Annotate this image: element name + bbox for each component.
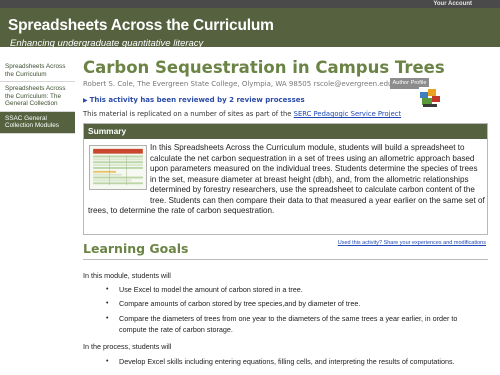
bullet-icon: •	[106, 315, 109, 322]
process-intro: In the process, students will	[83, 342, 172, 351]
bullet-icon: •	[106, 300, 109, 307]
page-title: Carbon Sequestration in Campus Trees	[83, 58, 445, 77]
summary-body: In this Spreadsheets Across the Curricul…	[88, 143, 486, 217]
goal-text: Compare amounts of carbon stored by tree…	[119, 299, 361, 308]
list-item: • Develop Excel skills including enterin…	[106, 357, 469, 368]
bullet-icon: •	[106, 358, 109, 365]
summary-heading: Summary	[84, 124, 487, 139]
top-bar: Your Account	[0, 0, 500, 8]
summary-box: Summary In this Spreadsheets Across the …	[83, 123, 488, 235]
serc-logo-icon[interactable]	[419, 87, 441, 108]
review-notice[interactable]: ▶ This activity has been reviewed by 2 re…	[83, 96, 305, 104]
your-account-link[interactable]: Your Account	[433, 0, 472, 8]
learning-goals-heading: Learning Goals	[83, 241, 189, 256]
replicated-notice: This material is replicated on a number …	[83, 110, 401, 118]
review-text[interactable]: This activity has been reviewed by 2 rev…	[90, 96, 305, 104]
share-experiences-link[interactable]: Used this activity? Share your experienc…	[338, 240, 486, 246]
site-banner: Spreadsheets Across the Curriculum Enhan…	[0, 8, 500, 49]
sidebar-item-general-collection[interactable]: Spreadsheets Across the Curriculum: The …	[0, 82, 75, 112]
serc-project-link[interactable]: SERC Pedagogic Service Project	[294, 110, 402, 118]
goal-text: Develop Excel skills including entering …	[119, 357, 455, 366]
thumbnail-spacer	[88, 143, 150, 200]
sidebar-nav: Spreadsheets Across the Curriculum Sprea…	[0, 60, 75, 134]
goal-text: Use Excel to model the amount of carbon …	[119, 285, 303, 294]
triangle-right-icon: ▶	[83, 97, 88, 104]
sidebar-item-ssac-home[interactable]: Spreadsheets Across the Curriculum	[0, 60, 75, 82]
author-line: Robert S. Cole, The Evergreen State Coll…	[83, 80, 393, 88]
author-affiliation: Robert S. Cole, The Evergreen State Coll…	[83, 80, 312, 88]
list-item: • Use Excel to model the amount of carbo…	[106, 285, 469, 296]
goals-intro: In this module, students will	[83, 271, 171, 280]
author-email-link[interactable]: rscole@evergreen.edu	[313, 80, 392, 88]
sidebar-item-general-collection-modules[interactable]: SSAC General Collection Modules	[0, 111, 75, 134]
site-tagline: Enhancing undergraduate quantitative lit…	[10, 38, 204, 49]
section-divider	[83, 259, 488, 260]
bullet-icon: •	[106, 286, 109, 293]
list-item: • Compare the diameters of trees from on…	[106, 314, 469, 335]
goal-text: Compare the diameters of trees from one …	[119, 314, 458, 334]
replicated-text: This material is replicated on a number …	[83, 110, 292, 118]
site-title[interactable]: Spreadsheets Across the Curriculum	[8, 17, 274, 35]
list-item: • Compare amounts of carbon stored by tr…	[106, 299, 469, 310]
